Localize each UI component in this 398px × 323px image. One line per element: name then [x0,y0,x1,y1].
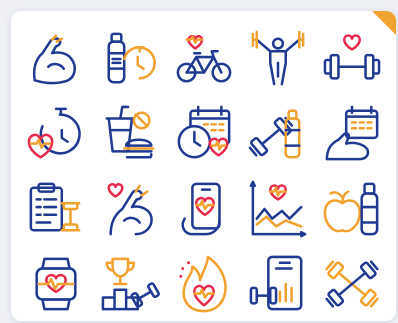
icon-cell [315,246,389,321]
trophy-podium-icon [101,257,160,310]
dumbbell-heart-icon [323,33,381,80]
flame-heart-icon [179,255,227,312]
weightlifter-icon [251,30,305,85]
arm-heart-icon [107,182,153,235]
icon-cell [315,171,389,246]
icon-cell [167,21,241,96]
dumbbell-bottle-icon [248,109,301,158]
heart-rate-stopwatch-icon [27,107,81,158]
icon-cell [93,96,167,171]
apple-bottle-icon [323,182,379,235]
smartphone-heart-icon [181,182,221,235]
icon-cell [241,246,315,321]
icon-grid [19,21,389,321]
crossed-dumbbells-icon [325,259,379,308]
icon-cell [241,171,315,246]
flexed-arm-icon [32,34,76,84]
phone-dumbbell-stats-icon [249,255,303,310]
icon-cell [93,21,167,96]
icon-cell [93,246,167,321]
smartwatch-heart-icon [35,257,77,310]
icon-cell [19,96,93,171]
icon-cell [241,96,315,171]
clipboard-dumbbell-icon [29,182,81,232]
icon-cell [315,96,389,171]
heart-rate-chart-icon [249,180,307,237]
fast-food-icon [105,105,155,158]
icon-cell [167,96,241,171]
icon-cell [241,21,315,96]
icon-cell [167,246,241,321]
bicycle-heart-icon [176,34,232,82]
icon-cell [19,246,93,321]
icon-set-card [11,11,396,321]
arm-calendar-icon [325,105,379,160]
icon-cell [93,171,167,246]
icon-cell [19,171,93,246]
icon-cell [19,21,93,96]
icon-cell [167,171,241,246]
icon-cell [315,21,389,96]
water-bottle-stopwatch-icon [107,32,156,83]
calendar-clock-heart-icon [177,105,231,158]
